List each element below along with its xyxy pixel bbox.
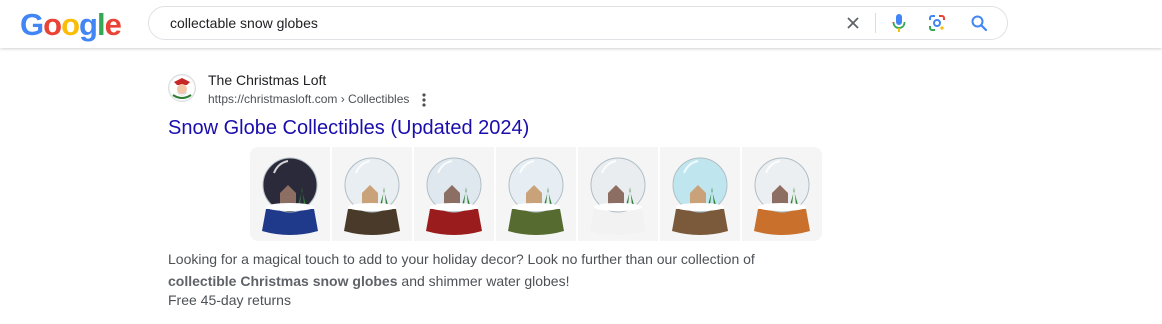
globe-base <box>590 209 646 235</box>
site-name: The Christmas Loft <box>208 72 327 88</box>
snippet-highlight: collectible Christmas snow globes <box>168 273 398 289</box>
logo-letter: l <box>96 7 106 42</box>
snow-globe-image <box>672 157 728 235</box>
logo-letter: G <box>20 7 44 42</box>
globe-snow <box>430 203 478 211</box>
logo-letter: g <box>79 7 98 42</box>
result-source[interactable]: The Christmas Loft https://christmasloft… <box>168 70 868 110</box>
logo-letter: o <box>43 7 62 42</box>
snow-globe-image <box>262 157 318 235</box>
search-icon[interactable] <box>968 12 990 34</box>
globe-base <box>672 209 728 235</box>
snippet-text: Looking for a magical touch to add to yo… <box>168 251 755 267</box>
thumbnail-blue-village-globe[interactable] <box>660 147 740 241</box>
thumbnail-winter-cottage-globe[interactable] <box>496 147 576 241</box>
globe-snow <box>758 203 806 211</box>
snippet-text-end: and shimmer water globes! <box>397 273 570 289</box>
search-divider <box>875 13 876 33</box>
snow-globe-image <box>344 157 400 235</box>
close-icon[interactable] <box>842 12 864 34</box>
snow-globe-image <box>754 157 810 235</box>
search-input[interactable]: collectable snow globes <box>170 7 318 39</box>
site-favicon <box>168 74 196 102</box>
thumbnail-white-house-globe[interactable] <box>578 147 658 241</box>
logo-letter: e <box>104 7 122 42</box>
globe-snow <box>266 203 314 211</box>
globe-snow <box>512 203 560 211</box>
microphone-icon[interactable] <box>888 12 910 34</box>
more-options-icon[interactable] <box>418 91 430 109</box>
snow-globe-image <box>426 157 482 235</box>
thumbnail-book-base-globe[interactable] <box>414 147 494 241</box>
thumbnail-santa-sleigh-globe[interactable] <box>250 147 330 241</box>
top-bar: Google collectable snow globes <box>0 0 1162 48</box>
site-url: https://christmasloft.com › Collectibles <box>208 92 410 106</box>
search-result: The Christmas Loft https://christmasloft… <box>168 70 868 308</box>
thumbnail-gingerbread-globe[interactable] <box>742 147 822 241</box>
globe-base <box>508 209 564 235</box>
globe-base <box>426 209 482 235</box>
logo-letter: o <box>61 7 80 42</box>
thumbnail-village-train-globe[interactable] <box>332 147 412 241</box>
result-title-link[interactable]: Snow Globe Collectibles (Updated 2024) <box>168 116 529 140</box>
lens-icon[interactable] <box>926 12 948 34</box>
snow-globe-image <box>508 157 564 235</box>
returns-info: Free 45-day returns <box>168 292 291 308</box>
globe-base <box>344 209 400 235</box>
globe-base <box>262 209 318 235</box>
result-snippet: Looking for a magical touch to add to yo… <box>168 248 808 292</box>
globe-snow <box>676 203 724 211</box>
snow-globe-image <box>590 157 646 235</box>
image-thumbnails <box>250 147 822 241</box>
google-logo[interactable]: Google <box>20 7 122 43</box>
search-box[interactable]: collectable snow globes <box>148 6 1008 40</box>
globe-snow <box>594 203 642 211</box>
globe-snow <box>348 203 396 211</box>
globe-base <box>754 209 810 235</box>
